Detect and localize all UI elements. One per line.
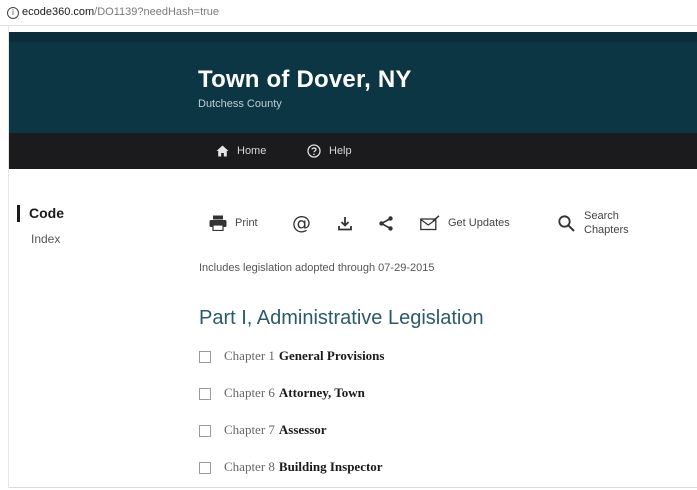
chapter-name[interactable]: Assessor <box>279 419 327 441</box>
info-icon[interactable]: i <box>7 7 19 19</box>
nav-help-link[interactable]: Help <box>307 133 352 169</box>
chapter-number: Chapter 1 <box>224 348 275 363</box>
sidebar-item-index[interactable]: Index <box>31 232 60 246</box>
chapter-checkbox[interactable] <box>199 351 211 363</box>
address-bar[interactable]: i ecode360.com/DO1139?needHash=true <box>0 0 697 26</box>
chapter-item[interactable]: Chapter 6 Attorney, Town <box>199 382 659 419</box>
chapter-name[interactable]: Attorney, Town <box>279 382 365 404</box>
chapter-name[interactable]: Building Inspector <box>279 456 383 478</box>
chapter-item[interactable]: Chapter 1 General Provisions <box>199 345 659 382</box>
get-updates-label: Get Updates <box>448 217 510 229</box>
sidebar-item-code[interactable]: Code <box>17 205 64 222</box>
print-label: Print <box>235 217 258 229</box>
share-button[interactable] <box>379 200 393 246</box>
chapter-checkbox[interactable] <box>199 388 211 400</box>
chapter-item[interactable]: Chapter 8 Building Inspector <box>199 456 659 490</box>
chapter-item[interactable]: Chapter 7 Assessor <box>199 419 659 456</box>
legislation-note: Includes legislation adopted through 07-… <box>199 262 435 274</box>
envelope-icon <box>420 215 440 231</box>
url-text[interactable]: ecode360.com/DO1139?needHash=true <box>22 6 219 18</box>
at-icon: @ <box>292 212 311 234</box>
chapter-checkbox[interactable] <box>199 425 211 437</box>
chapter-checkbox[interactable] <box>199 462 211 474</box>
search-chapters-label: Search Chapters <box>584 209 629 237</box>
toolbar: Print @ Get Updates Search Chapters <box>198 200 668 246</box>
chapter-name[interactable]: General Provisions <box>279 345 385 367</box>
search-label-line2: Chapters <box>584 224 629 236</box>
search-chapters-button[interactable]: Search Chapters <box>558 200 629 246</box>
printer-icon <box>209 215 227 231</box>
search-label-line1: Search <box>584 210 619 222</box>
help-icon <box>307 144 321 158</box>
share-icon <box>379 215 393 231</box>
top-nav: Home Help <box>9 133 697 169</box>
email-link-button[interactable]: @ <box>292 200 311 246</box>
search-icon <box>558 214 575 232</box>
nav-help-label: Help <box>329 145 352 157</box>
site-subtitle: Dutchess County <box>198 98 282 110</box>
bottom-divider <box>9 487 697 488</box>
download-icon <box>338 216 352 230</box>
url-path: /DO1139?needHash=true <box>94 6 220 18</box>
nav-home-label: Home <box>237 145 267 157</box>
get-updates-button[interactable]: Get Updates <box>420 200 510 246</box>
chapter-number: Chapter 7 <box>224 422 275 437</box>
chapter-list: Chapter 1 General Provisions Chapter 6 A… <box>199 345 659 490</box>
chapter-number: Chapter 6 <box>224 385 275 400</box>
url-host: ecode360.com <box>22 6 95 18</box>
home-icon <box>216 145 229 157</box>
nav-home-link[interactable]: Home <box>216 133 266 169</box>
download-button[interactable] <box>338 200 352 246</box>
page: i ecode360.com/DO1139?needHash=true Town… <box>0 0 697 490</box>
part-title[interactable]: Part I, Administrative Legislation <box>199 307 484 330</box>
site-title[interactable]: Town of Dover, NY <box>198 66 412 94</box>
site-header: Town of Dover, NY Dutchess County <box>9 32 697 133</box>
print-button[interactable]: Print <box>209 200 258 246</box>
chapter-number: Chapter 8 <box>224 459 275 474</box>
